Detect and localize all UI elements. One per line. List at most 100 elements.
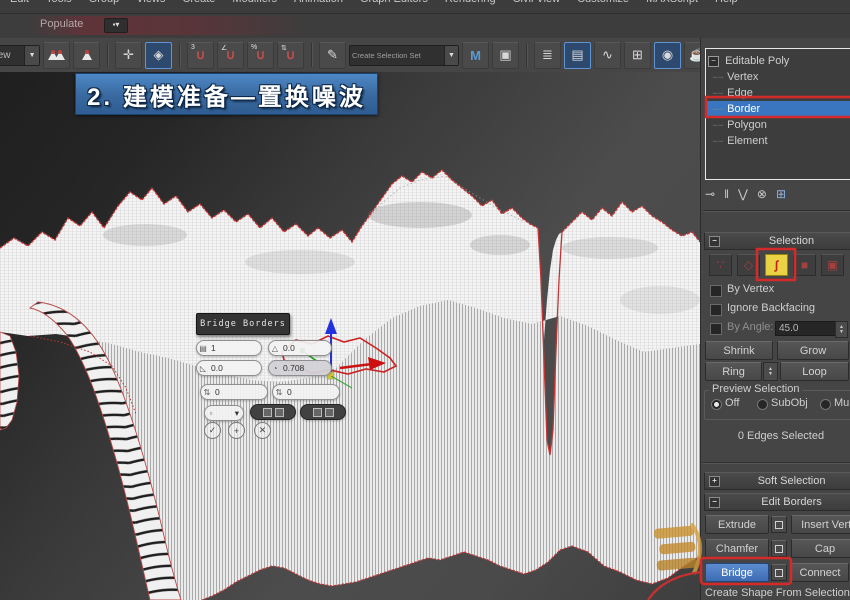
- caddy-cancel-button[interactable]: ✕: [254, 422, 271, 439]
- menu-item[interactable]: Create: [182, 0, 215, 5]
- caddy-taper-field[interactable]: ◺ 0.0: [196, 360, 262, 376]
- menu-item[interactable]: Group: [89, 0, 120, 5]
- stack-item-editable-poly[interactable]: − Editable Poly: [706, 53, 850, 69]
- selection-set-input[interactable]: [350, 51, 444, 60]
- preview-multi-radio[interactable]: [820, 399, 831, 410]
- caddy-pick-edge1-button[interactable]: [250, 404, 296, 420]
- angle-snap-icon[interactable]: ∠∪: [217, 42, 244, 69]
- ribbon-tab-populate[interactable]: Populate: [40, 18, 83, 30]
- caddy-twist1-field[interactable]: ⇅ 0: [200, 384, 268, 400]
- preview-multi-label: Multi: [834, 397, 850, 409]
- ring-loop-spinner[interactable]: ▲▼: [763, 362, 778, 381]
- rollout-soft-selection[interactable]: + Soft Selection: [704, 472, 850, 490]
- render-setup-icon[interactable]: ☕: [684, 42, 700, 69]
- show-end-result-icon[interactable]: ‖: [724, 187, 729, 201]
- chamfer-settings-button[interactable]: [771, 540, 787, 557]
- perspective-viewport[interactable]: [0, 72, 700, 600]
- extrude-settings-button[interactable]: [771, 516, 787, 533]
- pin-stack-icon[interactable]: ⊸: [705, 187, 715, 201]
- insert-vertex-button[interactable]: Insert Vertex: [791, 515, 850, 534]
- preview-off-radio[interactable]: [711, 399, 722, 410]
- subobject-border-icon[interactable]: ∫: [765, 254, 788, 276]
- reference-coordinate-dropdown[interactable]: View ▼: [0, 45, 40, 66]
- schematic-view-icon[interactable]: ⊞: [624, 42, 651, 69]
- toggle-layer-explorer-icon[interactable]: ▤: [564, 42, 591, 69]
- menu-item[interactable]: Edit: [10, 0, 29, 5]
- menu-item[interactable]: Help: [715, 0, 738, 5]
- keyboard-override-icon[interactable]: ◈: [145, 42, 172, 69]
- collapse-icon[interactable]: −: [709, 497, 720, 508]
- menu-item[interactable]: Graph Editors: [360, 0, 428, 5]
- stack-item-element[interactable]: ┈┈ Element: [706, 133, 850, 149]
- menu-item[interactable]: Animation: [294, 0, 343, 5]
- subobject-vertex-icon[interactable]: ∵: [709, 254, 732, 276]
- named-selection-set-dropdown[interactable]: ▼: [349, 45, 459, 66]
- use-pivot-center-icon[interactable]: [43, 42, 70, 69]
- curve-editor-icon[interactable]: ∿: [594, 42, 621, 69]
- by-angle-checkbox[interactable]: [710, 323, 722, 335]
- caddy-bias-field[interactable]: ◔ 0.708: [268, 360, 332, 376]
- ring-button[interactable]: Ring: [705, 362, 762, 381]
- bridge-settings-button[interactable]: [771, 564, 787, 581]
- menu-item[interactable]: MAXScript: [646, 0, 698, 5]
- caddy-apply-button[interactable]: +: [228, 422, 245, 439]
- material-editor-icon[interactable]: ◉: [654, 42, 681, 69]
- mirror-icon[interactable]: M: [462, 42, 489, 69]
- menu-item[interactable]: Civil View: [513, 0, 560, 5]
- by-vertex-checkbox[interactable]: [710, 285, 722, 297]
- collapse-icon[interactable]: −: [708, 56, 719, 67]
- segments-value: 1: [209, 343, 261, 353]
- caddy-segments-field[interactable]: ▤ 1: [196, 340, 262, 356]
- cap-button[interactable]: Cap: [791, 539, 850, 558]
- select-and-manipulate-icon[interactable]: [73, 42, 100, 69]
- percent-snap-icon[interactable]: %∪: [247, 42, 274, 69]
- bridge-button[interactable]: Bridge: [705, 563, 769, 582]
- edit-named-selection-sets-icon[interactable]: ✎: [319, 42, 346, 69]
- align-icon[interactable]: ▣: [492, 42, 519, 69]
- stack-item-vertex[interactable]: ┈┈ Vertex: [706, 69, 850, 85]
- chamfer-button[interactable]: Chamfer: [705, 539, 769, 558]
- stack-item-edge[interactable]: ┈┈ Edge: [706, 85, 850, 101]
- menu-item[interactable]: Views: [136, 0, 165, 5]
- remove-modifier-icon[interactable]: ⊗: [757, 187, 767, 201]
- subobject-polygon-icon[interactable]: ■: [793, 254, 816, 276]
- caddy-twist2-field[interactable]: ⇅ 0: [272, 384, 340, 400]
- connect-button[interactable]: Connect: [791, 563, 849, 582]
- modifier-stack[interactable]: − Editable Poly ┈┈ Vertex ┈┈ Edge ┈┈ Bor…: [705, 48, 850, 180]
- caddy-ok-button[interactable]: ✓: [204, 422, 221, 439]
- chevron-down-icon[interactable]: ▼: [24, 46, 39, 65]
- caddy-mode-dropdown[interactable]: ▫ ▾: [204, 405, 244, 421]
- stack-item-polygon[interactable]: ┈┈ Polygon: [706, 117, 850, 133]
- menu-item[interactable]: Rendering: [445, 0, 496, 5]
- caddy-smooth-field[interactable]: △ 0.0: [268, 340, 332, 356]
- menu-item[interactable]: Customize: [577, 0, 629, 5]
- ignore-backfacing-checkbox[interactable]: [710, 304, 722, 316]
- grow-button[interactable]: Grow: [777, 341, 849, 360]
- angle-spinner[interactable]: ▲▼: [835, 321, 848, 338]
- extrude-button[interactable]: Extrude: [705, 515, 769, 534]
- configure-modifier-sets-icon[interactable]: ⊞: [776, 187, 786, 201]
- rollout-selection[interactable]: − Selection: [704, 232, 850, 250]
- loop-button[interactable]: Loop: [780, 362, 849, 381]
- make-unique-icon[interactable]: ⋁: [738, 187, 748, 201]
- ribbon-flyout-button[interactable]: ▪▾: [104, 18, 128, 33]
- create-shape-button[interactable]: Create Shape From Selection: [705, 587, 850, 599]
- expand-icon[interactable]: +: [709, 476, 720, 487]
- stack-item-border[interactable]: ┈┈ Border: [706, 101, 850, 117]
- rollout-edit-borders[interactable]: − Edit Borders: [704, 493, 850, 511]
- caddy-pick-edge2-button[interactable]: [300, 404, 346, 420]
- chevron-down-icon[interactable]: ▼: [444, 46, 458, 65]
- subobject-element-icon[interactable]: ▣: [821, 254, 844, 276]
- menu-item[interactable]: Modifiers: [232, 0, 277, 5]
- shrink-button[interactable]: Shrink: [705, 341, 773, 360]
- menu-item[interactable]: Tools: [46, 0, 72, 5]
- stack-item-label: Border: [727, 103, 760, 115]
- preview-subobj-radio[interactable]: [757, 399, 768, 410]
- select-and-move-icon[interactable]: ✛: [115, 42, 142, 69]
- collapse-icon[interactable]: −: [709, 236, 720, 247]
- manage-layers-icon[interactable]: ≣: [534, 42, 561, 69]
- subobject-edge-icon[interactable]: ◇: [737, 254, 760, 276]
- snap-toggle-3d-icon[interactable]: 3∪: [187, 42, 214, 69]
- angle-value-field[interactable]: 45.0: [775, 321, 838, 336]
- spinner-snap-icon[interactable]: ⇅∪: [277, 42, 304, 69]
